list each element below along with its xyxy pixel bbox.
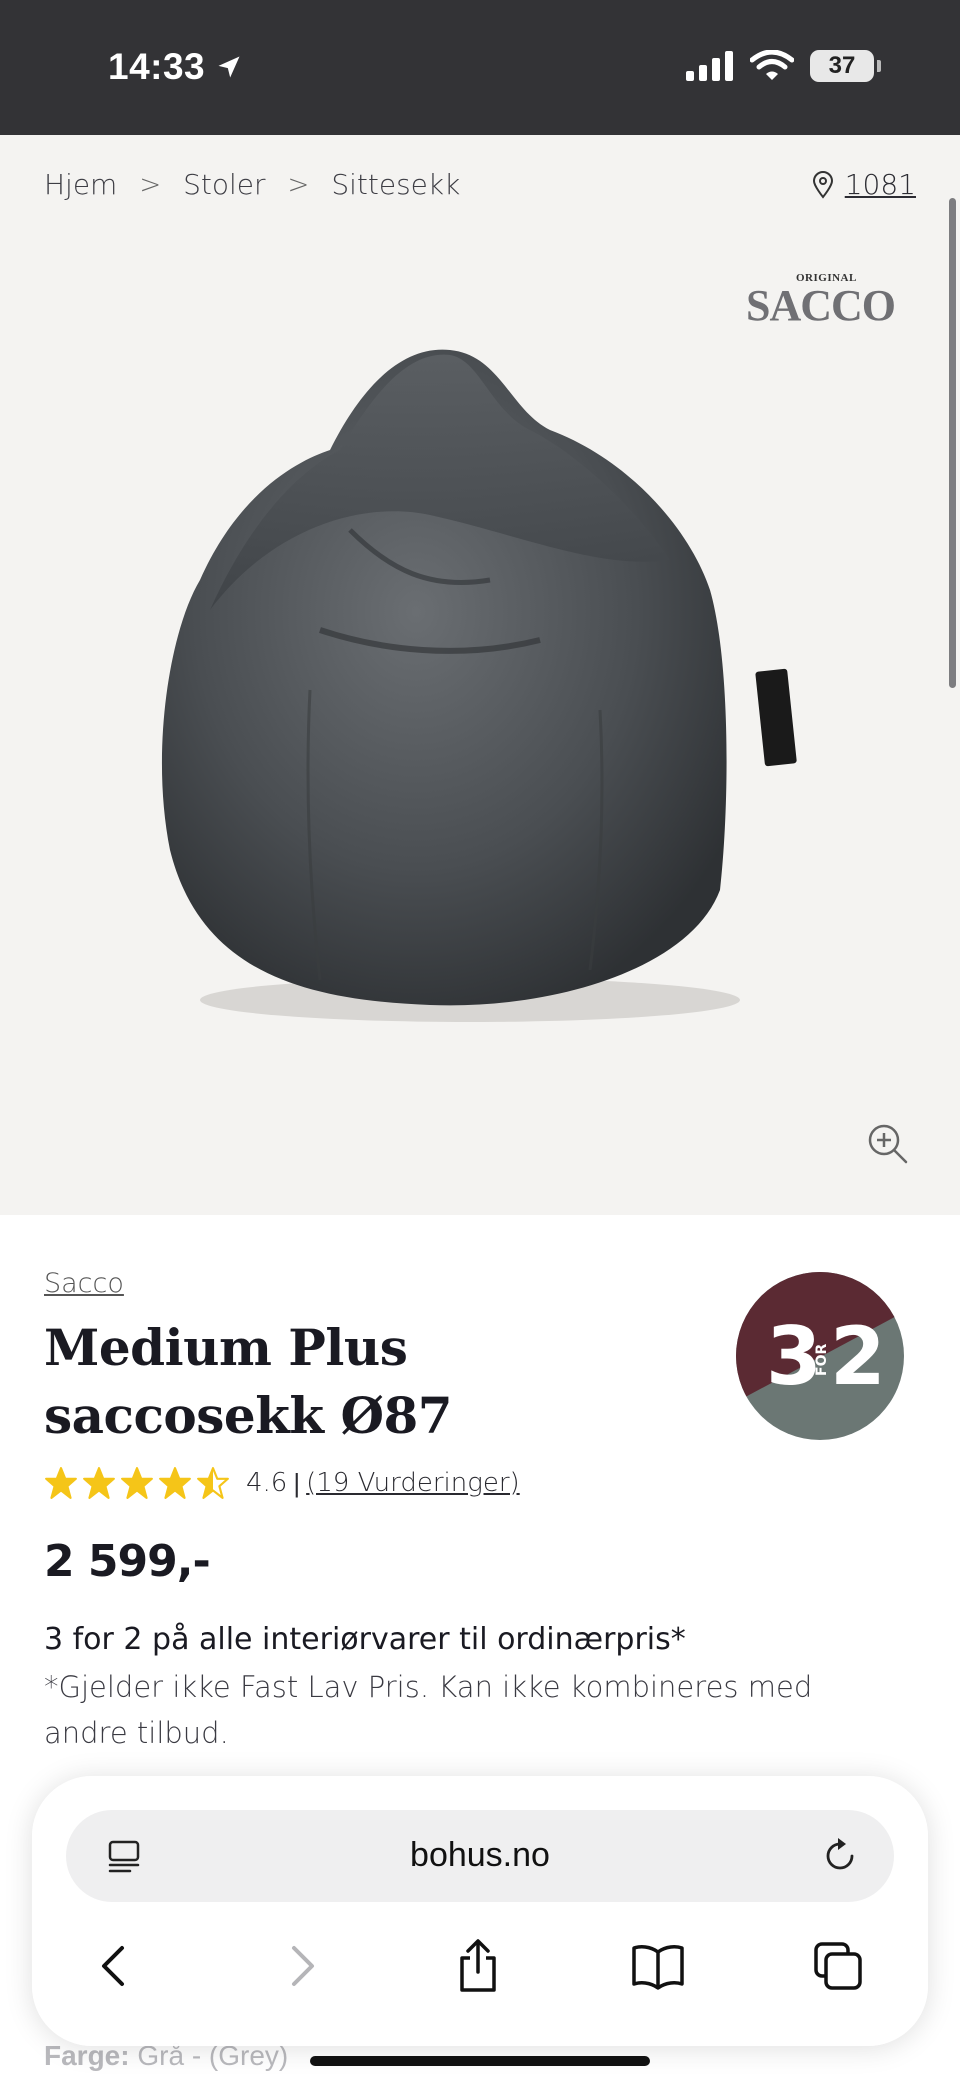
product-rating: 4.6 | (19 Vurderinger) (44, 1466, 520, 1500)
rating-stars (44, 1466, 230, 1500)
back-icon (102, 1946, 124, 1986)
scrollbar[interactable] (949, 198, 956, 688)
offer-note: *Gjelder ikke Fast Lav Pris. Kan ikke ko… (44, 1670, 813, 1750)
share-icon (460, 1939, 496, 1992)
wifi-icon (750, 50, 794, 80)
star-full-icon (45, 1467, 77, 1499)
breadcrumb: Hjem > Stoler > Sittesekk (44, 168, 460, 201)
status-time: 14:33 (108, 46, 243, 88)
battery-indicator: 37 (810, 50, 881, 82)
url-text[interactable]: bohus.no (66, 1836, 894, 1875)
brand-link[interactable]: Sacco (44, 1268, 124, 1299)
rating-separator: | (293, 1467, 301, 1498)
browser-toolbar (32, 1926, 928, 2006)
star-full-icon (121, 1467, 153, 1499)
forward-icon (292, 1946, 314, 1986)
battery-level: 37 (828, 52, 856, 79)
star-full-icon (83, 1467, 115, 1499)
browser-bottom-bar: bohus.no (32, 1776, 928, 2046)
bookmarks-icon (632, 1945, 684, 1990)
reload-icon[interactable] (818, 1834, 862, 1878)
breadcrumb-item-chairs[interactable]: Stoler (183, 168, 265, 201)
promo-badge-middle: FOR (814, 1344, 830, 1376)
logo-big-text: SACCO (746, 281, 896, 330)
breadcrumb-item-beanbags[interactable]: Sittesekk (331, 168, 460, 201)
address-bar[interactable]: bohus.no (66, 1810, 894, 1902)
location-arrow-icon (218, 56, 240, 78)
status-indicators: 37 (686, 50, 881, 82)
forward-button[interactable] (272, 1936, 332, 1996)
home-indicator[interactable] (310, 2056, 650, 2066)
product-image-beanbag[interactable] (130, 330, 830, 1030)
product-title: Medium Plus saccosekk Ø87 (44, 1318, 453, 1445)
offer-heading: 3 for 2 på alle interiørvarer til ordinæ… (44, 1622, 686, 1657)
rating-score: 4.6 (246, 1468, 288, 1498)
promo-badge-3-for-2: 3 FOR 2 (736, 1272, 904, 1440)
cellular-signal-icon (686, 51, 733, 81)
sacco-logo: ORIGINAL SACCO (746, 270, 898, 330)
breadcrumb-separator: > (139, 169, 162, 200)
tabs-button[interactable] (808, 1936, 868, 1996)
star-full-icon (159, 1467, 191, 1499)
promo-badge-right: 2 (830, 1310, 886, 1403)
map-pin-icon (812, 170, 833, 199)
star-half-icon (197, 1467, 229, 1499)
tabs-icon (814, 1942, 862, 1990)
zoom-in-icon[interactable] (866, 1122, 910, 1166)
breadcrumb-separator: > (287, 169, 310, 200)
back-button[interactable] (84, 1936, 144, 1996)
share-button[interactable] (448, 1936, 508, 1996)
breadcrumb-item-home[interactable]: Hjem (44, 168, 117, 201)
reviews-link[interactable]: (19 Vurderinger) (306, 1468, 520, 1498)
store-location[interactable]: 1081 (811, 168, 916, 201)
bookmarks-button[interactable] (628, 1936, 688, 1996)
status-bar: 14:33 37 (0, 0, 960, 135)
store-code[interactable]: 1081 (845, 168, 916, 201)
product-price: 2 599,- (44, 1536, 211, 1587)
time-text: 14:33 (108, 46, 206, 87)
